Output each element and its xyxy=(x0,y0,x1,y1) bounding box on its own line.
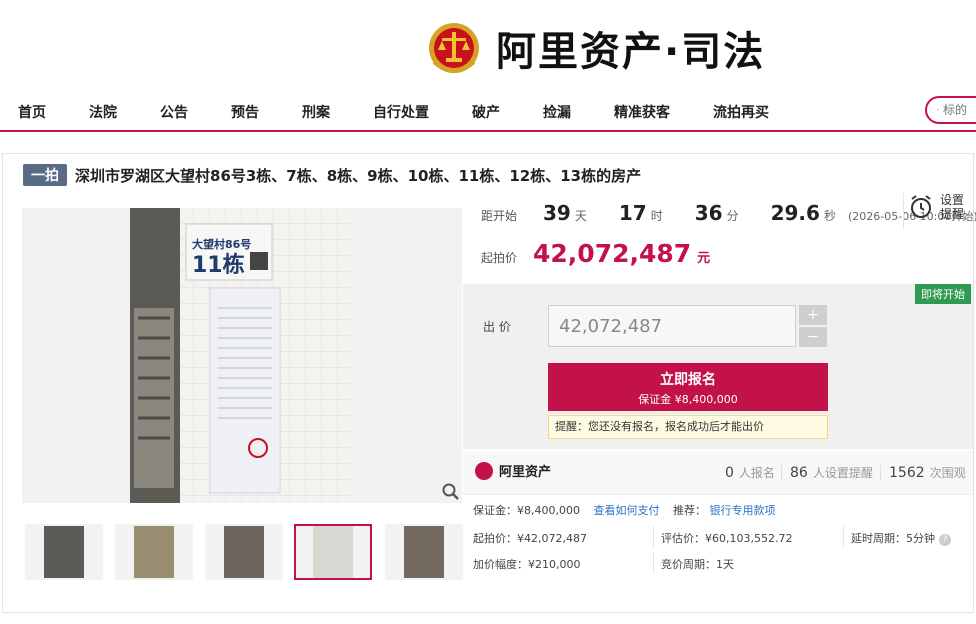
nav-item-notice[interactable]: 公告 xyxy=(160,102,188,122)
registered-count: 0 人报名 xyxy=(725,464,775,481)
seconds-unit: 秒 xyxy=(823,209,836,223)
alarm-clock-icon xyxy=(911,195,931,218)
countdown-seconds: 29.6 xyxy=(770,201,820,225)
sign-line1: 大望村86号 xyxy=(192,237,251,251)
zoom-icon[interactable] xyxy=(442,483,460,501)
registered-text: 人报名 xyxy=(738,466,775,480)
thumbnail-strip xyxy=(22,524,463,580)
ali-assets-icon xyxy=(475,461,493,480)
thumbnail-5[interactable] xyxy=(385,524,463,580)
sign-line2: 11栋 xyxy=(192,252,245,278)
deposit-detail: 保证金：¥8,400,000 查看如何支付 推荐： 银行专用款项 xyxy=(473,502,775,518)
nav-item-self-disposal[interactable]: 自行处置 xyxy=(373,102,429,122)
nav-item-bargain[interactable]: 捡漏 xyxy=(543,102,571,122)
thumbnail-4-active[interactable] xyxy=(294,524,372,580)
thumbnail-image xyxy=(44,526,84,578)
hours-unit: 时 xyxy=(650,209,663,223)
increment-detail: 加价幅度：¥210,000 xyxy=(473,558,581,571)
start-price-row: 起拍价 42,072,487 元 xyxy=(481,239,710,268)
thumbnail-1[interactable] xyxy=(25,524,103,580)
minutes-unit: 分 xyxy=(726,209,739,223)
nav-item-preview[interactable]: 预告 xyxy=(231,102,259,122)
nav-item-criminal[interactable]: 刑案 xyxy=(302,102,330,122)
nav-item-precise[interactable]: 精准获客 xyxy=(614,102,670,122)
search-input[interactable] xyxy=(943,103,976,117)
auction-round-tag: 一拍 xyxy=(23,164,67,186)
reminder-label: 设置 提醒 xyxy=(940,193,964,221)
divider xyxy=(781,465,782,481)
help-icon[interactable]: ? xyxy=(939,534,951,546)
thumbnail-image xyxy=(404,526,444,578)
reminder-text: 人设置提醒 xyxy=(812,466,873,480)
ali-assets-logo: 阿里资产 xyxy=(475,461,551,480)
start-price-value: 42,072,487 xyxy=(533,239,692,268)
reminder-line2: 提醒 xyxy=(940,207,965,221)
site-brand: 阿里资产·司法 xyxy=(496,29,766,75)
start-price-label: 起拍价 xyxy=(481,251,518,265)
countdown-label: 距开始 xyxy=(481,209,518,223)
delay-text: 延时周期：5分钟 xyxy=(851,532,935,545)
set-reminder-button[interactable]: 设置 提醒 xyxy=(908,193,964,221)
nav-item-court[interactable]: 法院 xyxy=(89,102,117,122)
signup-tip: 提醒：您还没有报名，报名成功后才能出价 xyxy=(548,415,828,439)
reminder-num: 86 xyxy=(790,465,808,481)
main-photo-box[interactable]: 大望村86号 11栋 xyxy=(22,208,462,503)
court-emblem-icon xyxy=(429,23,479,73)
auction-panel: 一拍 深圳市罗湖区大望村86号3栋、7栋、8栋、9栋、10栋、11栋、12栋、1… xyxy=(2,153,976,613)
registered-num: 0 xyxy=(725,465,734,481)
start-price-detail: 起拍价：¥42,072,487 xyxy=(473,532,587,545)
price-unit: 元 xyxy=(697,251,711,266)
views-num: 1562 xyxy=(889,465,925,481)
countdown-hours: 17 xyxy=(618,201,647,225)
sign-up-label: 立即报名 xyxy=(660,372,716,388)
sign-up-button[interactable]: 立即报名 保证金 ¥8,400,000 xyxy=(548,363,828,411)
countdown-days: 39 xyxy=(543,201,571,225)
deposit-label: 保证金 ¥8,400,000 xyxy=(638,393,738,406)
ali-assets-text: 阿里资产 xyxy=(499,465,552,480)
recommend-label: 推荐： xyxy=(672,504,706,517)
thumbnail-image xyxy=(313,526,353,578)
nav-item-bankruptcy[interactable]: 破产 xyxy=(472,102,500,122)
main-nav: 首页 法院 公告 预告 刑案 自行处置 破产 捡漏 精准获客 流拍再买 xyxy=(0,96,976,132)
delay-detail: 延时周期：5分钟? xyxy=(851,530,951,546)
countdown-row: 距开始 39 天 17 时 36 分 29.6 秒 (2026-05-06 10… xyxy=(481,201,976,225)
title-row: 一拍 深圳市罗湖区大望村86号3栋、7栋、8栋、9栋、10栋、11栋、12栋、1… xyxy=(23,164,641,186)
status-badge: 即将开始 xyxy=(915,284,971,304)
nav-item-relist[interactable]: 流拍再买 xyxy=(713,102,769,122)
decrease-bid-button[interactable]: − xyxy=(799,327,827,347)
divider xyxy=(653,526,654,548)
divider xyxy=(653,552,654,574)
stats-bar: 阿里资产 0 人报名 86 人设置提醒 1562 次围观 xyxy=(463,451,973,495)
bank-account-link[interactable]: 银行专用款项 xyxy=(709,504,775,517)
thumbnail-3[interactable] xyxy=(205,524,283,580)
bid-label: 出 价 xyxy=(483,320,511,334)
countdown-section: 距开始 39 天 17 时 36 分 29.6 秒 (2026-05-06 10… xyxy=(463,189,976,284)
views-count: 1562 次围观 xyxy=(889,464,966,481)
site-logo[interactable]: 阿里资产·司法 xyxy=(428,18,765,78)
thumbnail-image xyxy=(224,526,264,578)
nav-item-home[interactable]: 首页 xyxy=(18,102,46,122)
search-icon xyxy=(937,109,939,111)
countdown-minutes: 36 xyxy=(694,201,723,225)
bid-amount-input[interactable] xyxy=(548,305,796,347)
days-unit: 天 xyxy=(574,209,587,223)
appraisal-detail: 评估价：¥60,103,552.72 xyxy=(661,532,793,545)
reminder-count: 86 人设置提醒 xyxy=(790,464,873,481)
increase-bid-button[interactable]: + xyxy=(799,305,827,325)
thumbnail-2[interactable] xyxy=(115,524,193,580)
main-photo: 大望村86号 11栋 xyxy=(130,208,350,503)
building-photo-image: 大望村86号 11栋 xyxy=(130,208,350,503)
thumbnail-image xyxy=(134,526,174,578)
views-text: 次围观 xyxy=(929,466,966,480)
bid-box: 即将开始 出 价 + − 立即报名 保证金 ¥8,400,000 提醒：您还没有… xyxy=(463,284,973,449)
reminder-line1: 设置 xyxy=(940,193,965,207)
divider xyxy=(903,193,904,229)
divider xyxy=(843,526,844,548)
auction-title: 深圳市罗湖区大望村86号3栋、7栋、8栋、9栋、10栋、11栋、12栋、13栋的… xyxy=(75,166,642,185)
divider xyxy=(880,465,881,481)
search-box[interactable] xyxy=(925,96,976,124)
cycle-detail: 竞价周期：1天 xyxy=(661,558,734,571)
deposit-text: 保证金：¥8,400,000 xyxy=(473,504,580,517)
how-to-pay-link[interactable]: 查看如何支付 xyxy=(593,504,659,517)
